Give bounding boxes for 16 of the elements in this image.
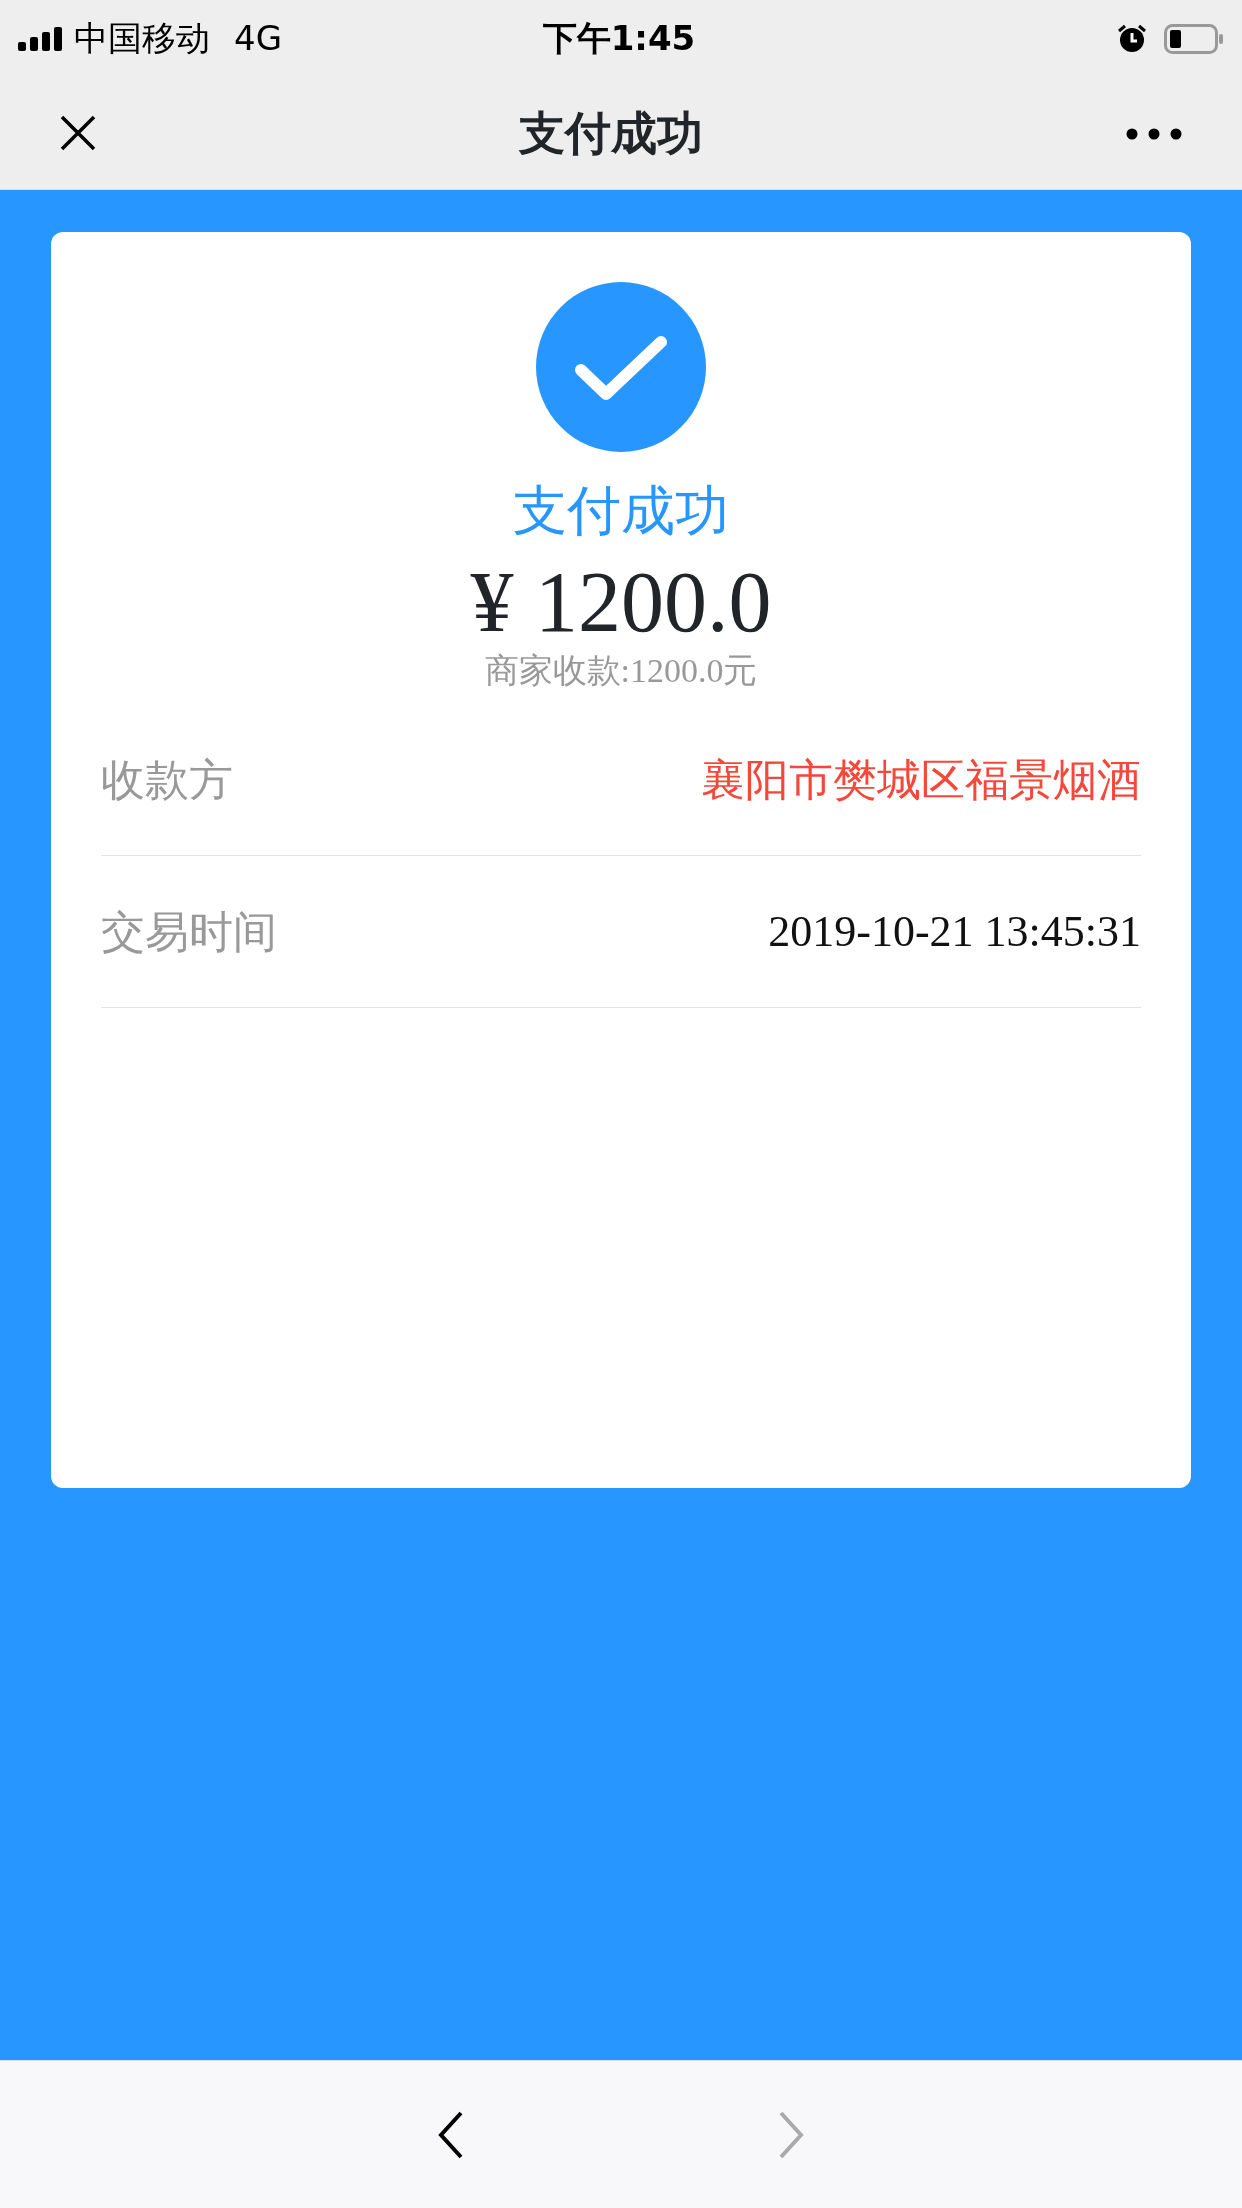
payment-status: 支付成功 (513, 478, 729, 544)
row-label: 交易时间 (101, 904, 277, 959)
status-time: 下午1:45 (541, 17, 697, 60)
row-label: 收款方 (101, 752, 233, 807)
page-title: 支付成功 (519, 104, 703, 162)
more-icon[interactable] (1126, 127, 1182, 140)
battery-icon (1164, 23, 1224, 54)
alarm-icon (1116, 22, 1148, 55)
carrier-name: 中国移动 (74, 17, 210, 60)
row-value: 2019-10-21 13:45:31 (768, 905, 1141, 958)
row-value: 襄阳市樊城区福景烟酒 (701, 752, 1141, 807)
payment-amount: ¥ 1200.0 (470, 559, 772, 645)
checkmark-icon (536, 282, 706, 452)
merchant-amount: 商家收款:1200.0元 (484, 651, 758, 691)
close-icon[interactable] (60, 115, 96, 151)
network-type: 4G (234, 17, 282, 60)
